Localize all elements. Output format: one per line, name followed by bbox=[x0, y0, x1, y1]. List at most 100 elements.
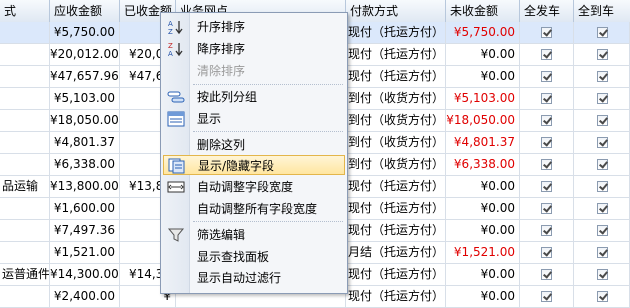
menu-item-group-by-column[interactable]: 按此列分组 bbox=[163, 87, 345, 107]
checkbox-all-dispatched[interactable] bbox=[541, 159, 552, 170]
menu-item-label: 显示 bbox=[197, 112, 222, 126]
cell-type[interactable] bbox=[0, 242, 50, 263]
cell-unpaid-amount[interactable]: ¥5,103.00 bbox=[446, 88, 520, 109]
checkbox-all-arrived[interactable] bbox=[597, 71, 608, 82]
cell-type[interactable] bbox=[0, 198, 50, 219]
cell-type[interactable] bbox=[0, 154, 50, 175]
menu-item-column-chooser[interactable]: 显示/隐藏字段 bbox=[163, 155, 345, 175]
cell-due-amount[interactable]: ¥4,801.37 bbox=[50, 132, 120, 153]
cell-payment-method[interactable]: 现付（托运方付） bbox=[346, 220, 446, 241]
cell-due-amount[interactable]: ¥18,050.00 bbox=[50, 110, 120, 131]
checkbox-all-dispatched[interactable] bbox=[541, 247, 552, 258]
checkbox-all-arrived[interactable] bbox=[597, 93, 608, 104]
menu-item-sort-descending[interactable]: Z A 降序排序 bbox=[163, 39, 345, 59]
cell-unpaid-amount[interactable]: ¥0.00 bbox=[446, 66, 520, 87]
cell-payment-method[interactable]: 到付（收货方付） bbox=[346, 88, 446, 109]
cell-payment-method[interactable]: 月结（托运方付） bbox=[346, 242, 446, 263]
cell-due-amount[interactable]: ¥7,497.36 bbox=[50, 220, 120, 241]
menu-item-show-group-panel[interactable]: 显示 bbox=[163, 109, 345, 129]
checkbox-all-dispatched[interactable] bbox=[541, 137, 552, 148]
cell-unpaid-amount[interactable]: ¥0.00 bbox=[446, 264, 520, 285]
menu-item-remove-column[interactable]: 删除这列 bbox=[163, 135, 345, 155]
cell-unpaid-amount[interactable]: ¥0.00 bbox=[446, 44, 520, 65]
menu-item-filter-editor[interactable]: 筛选编辑 bbox=[163, 225, 345, 245]
cell-payment-method[interactable]: 到付（收货方付） bbox=[346, 132, 446, 153]
cell-due-amount[interactable]: ¥47,657.96 bbox=[50, 66, 120, 87]
column-header-unpaid-amount[interactable]: 未收金额 bbox=[446, 0, 520, 22]
column-header-type[interactable]: 式 bbox=[0, 0, 50, 22]
menu-item-label: 按此列分组 bbox=[197, 90, 258, 104]
cell-payment-method[interactable]: 现付（托运方付） bbox=[346, 198, 446, 219]
cell-payment-method[interactable]: 现付（托运方付） bbox=[346, 66, 446, 87]
cell-due-amount[interactable]: ¥1,521.00 bbox=[50, 242, 120, 263]
cell-payment-method[interactable]: 到付（收货方付） bbox=[346, 154, 446, 175]
checkbox-all-arrived[interactable] bbox=[597, 49, 608, 60]
cell-type[interactable] bbox=[0, 44, 50, 65]
checkbox-all-dispatched[interactable] bbox=[541, 269, 552, 280]
cell-unpaid-amount[interactable]: ¥4,801.37 bbox=[446, 132, 520, 153]
menu-item-label: 自动调整所有字段宽度 bbox=[197, 202, 318, 216]
menu-item-sort-ascending[interactable]: A Z 升序排序 bbox=[163, 17, 345, 37]
cell-due-amount[interactable]: ¥14,300.00 bbox=[50, 264, 120, 285]
cell-unpaid-amount[interactable]: ¥0.00 bbox=[446, 286, 520, 307]
cell-payment-method[interactable]: 到付（收货方付） bbox=[346, 110, 446, 131]
cell-unpaid-amount[interactable]: ¥1,521.00 bbox=[446, 242, 520, 263]
cell-unpaid-amount[interactable]: ¥0.00 bbox=[446, 220, 520, 241]
cell-type[interactable] bbox=[0, 22, 50, 43]
checkbox-all-dispatched[interactable] bbox=[541, 93, 552, 104]
checkbox-all-dispatched[interactable] bbox=[541, 71, 552, 82]
cell-due-amount[interactable]: ¥5,750.00 bbox=[50, 22, 120, 43]
menu-item-best-fit-all[interactable]: 自动调整所有字段宽度 bbox=[163, 199, 345, 219]
checkbox-all-dispatched[interactable] bbox=[541, 115, 552, 126]
cell-payment-method[interactable]: 现付（托运方付） bbox=[346, 176, 446, 197]
menu-item-show-auto-filter-row[interactable]: 显示自动过滤行 bbox=[163, 268, 345, 288]
cell-type[interactable] bbox=[0, 66, 50, 87]
checkbox-all-arrived[interactable] bbox=[597, 115, 608, 126]
checkbox-all-dispatched[interactable] bbox=[541, 291, 552, 302]
cell-type[interactable] bbox=[0, 88, 50, 109]
cell-type[interactable]: 运普通件 bbox=[0, 264, 50, 285]
svg-text:A: A bbox=[168, 20, 173, 28]
cell-due-amount[interactable]: ¥6,338.00 bbox=[50, 154, 120, 175]
cell-type[interactable]: 品运输 bbox=[0, 176, 50, 197]
cell-due-amount[interactable]: ¥5,103.00 bbox=[50, 88, 120, 109]
cell-unpaid-amount[interactable]: ¥0.00 bbox=[446, 176, 520, 197]
cell-type[interactable] bbox=[0, 110, 50, 131]
menu-item-best-fit[interactable]: 自动调整字段宽度 bbox=[163, 177, 345, 197]
cell-payment-method[interactable]: 现付（托运方付） bbox=[346, 264, 446, 285]
checkbox-all-arrived[interactable] bbox=[597, 159, 608, 170]
checkbox-all-arrived[interactable] bbox=[597, 225, 608, 236]
cell-due-amount[interactable]: ¥2,400.00 bbox=[50, 286, 120, 307]
column-header-due-amount[interactable]: 应收金额 bbox=[50, 0, 120, 22]
checkbox-all-dispatched[interactable] bbox=[541, 181, 552, 192]
cell-due-amount[interactable]: ¥20,012.00 bbox=[50, 44, 120, 65]
checkbox-all-arrived[interactable] bbox=[597, 247, 608, 258]
column-header-all-arrived[interactable]: 全到车 bbox=[574, 0, 630, 22]
cell-type[interactable] bbox=[0, 220, 50, 241]
cell-payment-method[interactable]: 现付（托运方付） bbox=[346, 22, 446, 43]
cell-unpaid-amount[interactable]: ¥0.00 bbox=[446, 198, 520, 219]
cell-due-amount[interactable]: ¥1,600.00 bbox=[50, 198, 120, 219]
cell-unpaid-amount[interactable]: ¥18,050.00 bbox=[446, 110, 520, 131]
checkbox-all-arrived[interactable] bbox=[597, 181, 608, 192]
checkbox-all-dispatched[interactable] bbox=[541, 203, 552, 214]
checkbox-all-arrived[interactable] bbox=[597, 137, 608, 148]
column-header-all-dispatched[interactable]: 全发车 bbox=[520, 0, 574, 22]
cell-unpaid-amount[interactable]: ¥6,338.00 bbox=[446, 154, 520, 175]
checkbox-all-arrived[interactable] bbox=[597, 27, 608, 38]
checkbox-all-arrived[interactable] bbox=[597, 203, 608, 214]
column-header-payment-method[interactable]: 付款方式 bbox=[346, 0, 446, 22]
checkbox-all-arrived[interactable] bbox=[597, 269, 608, 280]
checkbox-all-arrived[interactable] bbox=[597, 291, 608, 302]
cell-type[interactable] bbox=[0, 286, 50, 307]
cell-payment-method[interactable]: 现付（托运方付） bbox=[346, 44, 446, 65]
menu-item-show-find-panel[interactable]: 显示查找面板 bbox=[163, 247, 345, 267]
checkbox-all-dispatched[interactable] bbox=[541, 49, 552, 60]
checkbox-all-dispatched[interactable] bbox=[541, 225, 552, 236]
cell-due-amount[interactable]: ¥13,800.00 bbox=[50, 176, 120, 197]
group-by-column-icon bbox=[167, 89, 185, 105]
cell-unpaid-amount[interactable]: ¥5,750.00 bbox=[446, 22, 520, 43]
cell-type[interactable] bbox=[0, 132, 50, 153]
checkbox-all-dispatched[interactable] bbox=[541, 27, 552, 38]
cell-payment-method[interactable]: 现付（托运方付） bbox=[346, 286, 446, 307]
